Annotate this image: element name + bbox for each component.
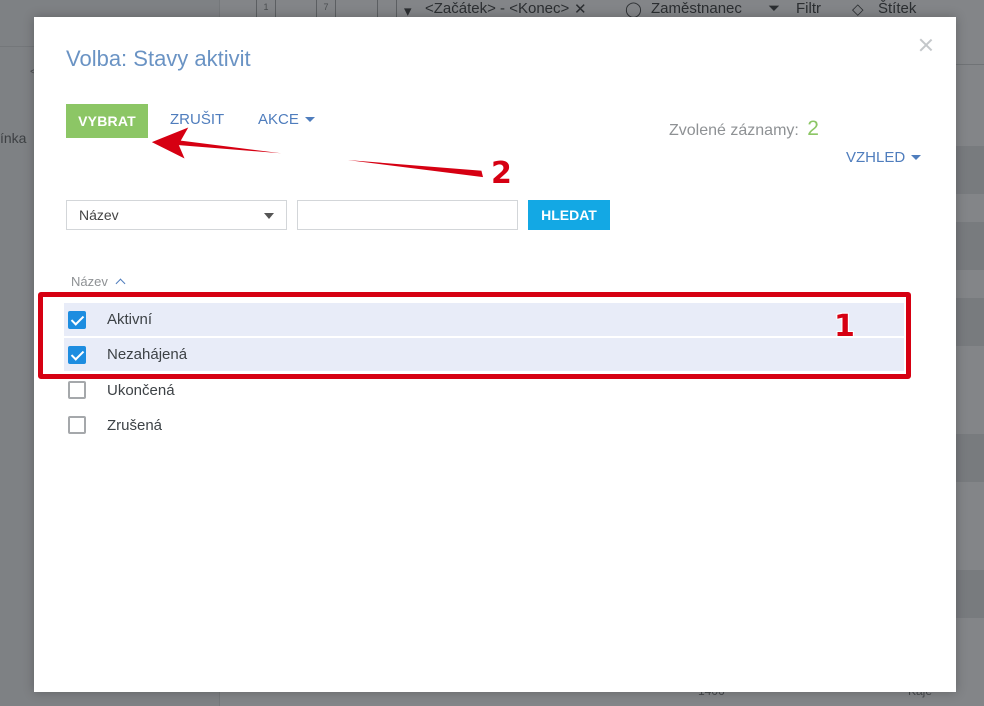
cancel-button[interactable]: ZRUŠIT	[170, 111, 224, 128]
background-row	[955, 222, 984, 270]
calendar-check-icon[interactable]	[377, 0, 397, 18]
dropdown-arrow-icon	[264, 213, 274, 219]
close-icon[interactable]	[918, 37, 934, 53]
select-button[interactable]: VYBRAT	[66, 104, 148, 138]
sort-ascending-icon	[115, 278, 126, 289]
actions-menu-label: AKCE	[258, 111, 299, 128]
employee-filter[interactable]: Zaměstnanec	[651, 0, 742, 17]
selected-records: Zvolené záznamy: 2	[669, 117, 819, 141]
list-item[interactable]: Zrušená	[64, 408, 904, 442]
view-menu-button[interactable]: VZHLED	[846, 149, 922, 166]
person-icon: ◯	[625, 1, 642, 18]
filter-menu[interactable]: Filtr	[796, 0, 821, 17]
chevron-down-icon	[304, 117, 315, 122]
calendar-week-icon[interactable]: 7	[316, 0, 336, 18]
selected-records-count: 2	[807, 117, 819, 140]
search-input[interactable]	[297, 200, 518, 230]
annotation-marker-1: 1	[834, 309, 855, 344]
row-checkbox[interactable]	[68, 416, 86, 434]
row-checkbox[interactable]	[68, 381, 86, 399]
dialog-title: Volba: Stavy aktivit	[66, 46, 251, 71]
calendar-day-icon[interactable]: 1	[256, 0, 276, 18]
view-menu-label: VZHLED	[846, 149, 906, 166]
filter-icon: ⏷	[768, 0, 781, 17]
tag-menu[interactable]: Štítek	[878, 0, 916, 17]
selected-records-label: Zvolené záznamy:	[669, 122, 799, 139]
background-row	[955, 434, 984, 482]
chevron-down-icon	[911, 155, 922, 160]
row-label: Zrušená	[107, 416, 163, 434]
date-range-filter[interactable]: <Začátek> - <Konec>	[425, 0, 569, 17]
column-header-label: Název	[71, 274, 108, 289]
column-header-name[interactable]: Název	[71, 274, 126, 289]
annotation-marker-2: 2	[491, 156, 512, 191]
search-button[interactable]: HLEDAT	[528, 200, 610, 230]
clear-date-icon[interactable]: ✕	[574, 0, 587, 18]
actions-menu-button[interactable]: AKCE	[258, 111, 315, 128]
background-row	[955, 570, 984, 618]
background-row	[955, 298, 984, 346]
annotation-highlight-box	[38, 292, 911, 379]
background-left-text: ínka	[0, 130, 27, 146]
tag-icon: ◇	[852, 1, 864, 18]
background-row	[955, 146, 984, 194]
filter-column-select[interactable]: Název	[66, 200, 287, 230]
cancel-button-label: ZRUŠIT	[170, 111, 225, 128]
filter-column-value: Název	[79, 207, 119, 223]
row-label: Ukončená	[107, 381, 175, 399]
